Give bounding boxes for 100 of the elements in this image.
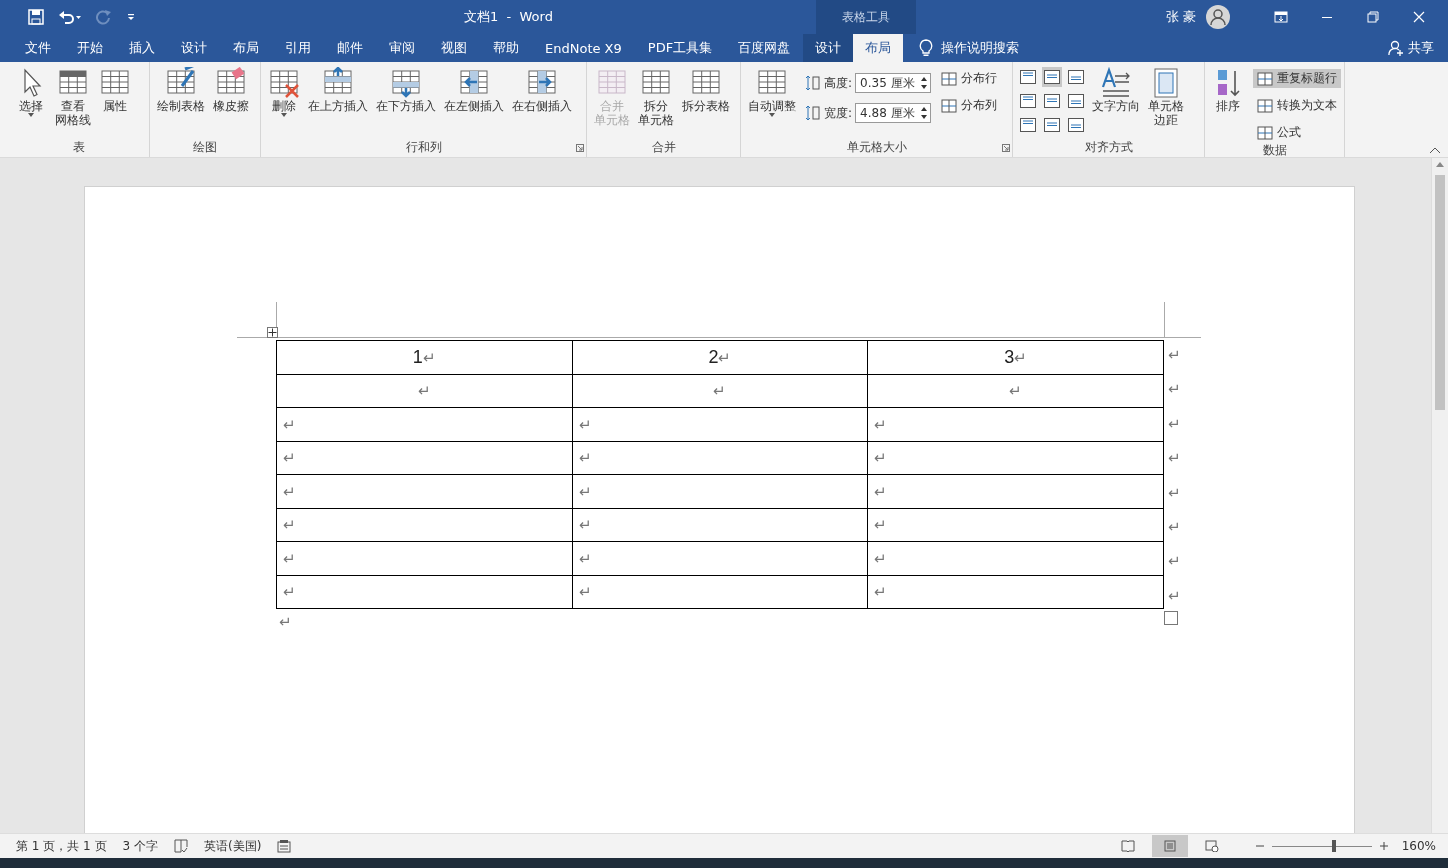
table-cell: ↵ [276, 374, 573, 408]
ribbon-tab[interactable]: 文件 [12, 34, 64, 62]
number-field[interactable]: 4.88 厘米 [855, 103, 932, 123]
collapse-icon[interactable] [1430, 147, 1440, 153]
table-icon [1257, 98, 1273, 113]
ribbon-button[interactable]: 在左侧插入 [441, 65, 507, 115]
row-end-mark: ↵ [1168, 414, 1181, 433]
ribbon-tab[interactable]: 设计 [803, 34, 854, 62]
number-field[interactable]: 0.35 厘米 [855, 73, 932, 93]
launcher-icon[interactable] [1002, 144, 1010, 152]
view-button[interactable] [1151, 835, 1188, 857]
ribbon-tab[interactable]: 开始 [64, 34, 116, 62]
proofing-icon[interactable] [174, 839, 188, 853]
ribbon-tab[interactable]: 帮助 [480, 34, 532, 62]
ribbon-tab[interactable]: EndNote X9 [532, 34, 635, 62]
move-handle-icon[interactable] [267, 327, 278, 338]
table-cell: ↵ [572, 508, 868, 542]
align-button[interactable] [1042, 115, 1062, 135]
scroll-up-icon[interactable] [1436, 162, 1444, 167]
macro-icon[interactable] [277, 839, 292, 853]
ribbon-button[interactable]: 在右侧插入 [509, 65, 575, 115]
ribbon-tab[interactable]: 审阅 [376, 34, 428, 62]
ribbon-tab[interactable]: 视图 [428, 34, 480, 62]
print-layout-icon [1162, 840, 1177, 852]
ribbon-button[interactable]: 在下方插入 [373, 65, 439, 115]
ribbon-button[interactable]: 在上方插入 [305, 65, 371, 115]
save-icon[interactable] [28, 9, 44, 25]
align-icon [1020, 70, 1036, 84]
slider-thumb[interactable] [1331, 840, 1336, 852]
table-icon [941, 98, 958, 113]
zoom-in-icon[interactable] [1379, 842, 1388, 850]
zoom-level[interactable]: 160% [1401, 839, 1436, 853]
customize-icon[interactable] [126, 12, 136, 22]
word-count[interactable]: 3 个字 [122, 837, 158, 855]
field-label: 宽度: [824, 104, 853, 122]
lightbulb-icon[interactable] [919, 39, 934, 57]
ribbon-button[interactable]: 重复标题行 [1253, 69, 1341, 88]
close-icon[interactable] [1412, 10, 1426, 24]
table-cell: ↵ [572, 541, 868, 575]
align-button[interactable] [1066, 115, 1086, 135]
restore-icon[interactable] [1366, 10, 1380, 24]
ribbon-button[interactable]: 分布行 [937, 69, 1002, 88]
undo-icon[interactable] [58, 9, 82, 25]
ribbon-tab[interactable]: 插入 [116, 34, 168, 62]
contextual-tab-label: 表格工具 [816, 0, 916, 34]
ribbon-tab[interactable]: 布局 [853, 34, 904, 62]
ribbon-button[interactable]: 公式 [1253, 123, 1341, 142]
ribbon-button[interactable]: 属性 [96, 65, 134, 115]
ribbon-tab[interactable]: 邮件 [324, 34, 376, 62]
align-button[interactable] [1042, 67, 1062, 87]
user-name: 张 豪 [1165, 8, 1196, 26]
row-end-mark: ↵ [1168, 380, 1181, 399]
resize-icon [805, 104, 821, 122]
ribbon-button[interactable]: 单元格 边距 [1145, 65, 1187, 129]
ribbon-button[interactable]: 排序 [1209, 65, 1247, 115]
resize-handle-icon[interactable] [1164, 611, 1178, 625]
paragraph-mark: ↵ [278, 613, 292, 631]
ribbon-button[interactable]: 文字方向 [1089, 65, 1143, 115]
align-button[interactable] [1018, 67, 1038, 87]
ribbon-button[interactable]: 橡皮擦 [210, 65, 252, 115]
group-label: 绘图 [192, 138, 218, 156]
share-button[interactable]: 共享 [1408, 39, 1434, 57]
avatar-icon[interactable] [1206, 5, 1230, 29]
align-icon [1068, 118, 1084, 132]
row-end-mark: ↵ [1168, 449, 1181, 468]
ribbon-tab[interactable]: 设计 [168, 34, 220, 62]
page-count[interactable]: 第 1 页，共 1 页 [16, 837, 107, 855]
align-button[interactable] [1018, 91, 1038, 111]
ribbon-display-icon[interactable] [1274, 10, 1288, 24]
ribbon-button[interactable]: 拆分 单元格 [635, 65, 677, 129]
ribbon-button[interactable]: 分布列 [937, 96, 1002, 115]
table-cell: ↵ [572, 575, 868, 609]
ribbon-button[interactable]: 拆分表格 [679, 65, 733, 115]
person-add-icon[interactable] [1388, 40, 1404, 56]
ribbon-tab[interactable]: PDF工具集 [634, 34, 726, 62]
language-status[interactable]: 英语(美国) [204, 837, 262, 855]
table-icon [390, 67, 422, 99]
align-button[interactable] [1042, 91, 1062, 111]
web-layout-icon [1204, 840, 1219, 852]
ribbon-button[interactable]: 自动调整 [745, 65, 799, 119]
align-icon [1020, 118, 1036, 132]
table-cell: ↵ [867, 407, 1164, 441]
scrollbar-thumb[interactable] [1435, 175, 1445, 410]
ribbon-button[interactable]: 绘制表格 [154, 65, 208, 115]
ribbon-button[interactable]: 选择 [12, 65, 50, 119]
tell-me-search[interactable]: 操作说明搜索 [941, 39, 1020, 57]
window-title: 文档1 - Word [464, 8, 553, 26]
ribbon-button[interactable]: 查看 网格线 [52, 65, 94, 129]
ribbon-tab[interactable]: 布局 [220, 34, 272, 62]
align-button[interactable] [1066, 67, 1086, 87]
table-cell: 1↵ [276, 340, 573, 374]
ribbon-tab[interactable]: 引用 [272, 34, 324, 62]
ribbon-tab[interactable]: 百度网盘 [725, 34, 804, 62]
row-end-mark: ↵ [1168, 483, 1181, 502]
align-button[interactable] [1066, 91, 1086, 111]
align-button[interactable] [1018, 115, 1038, 135]
launcher-icon[interactable] [576, 144, 584, 152]
ribbon-button[interactable]: 转换为文本 [1253, 96, 1341, 115]
ribbon-button[interactable]: 删除 [265, 65, 303, 119]
group-label: 单元格大小 [845, 138, 908, 156]
